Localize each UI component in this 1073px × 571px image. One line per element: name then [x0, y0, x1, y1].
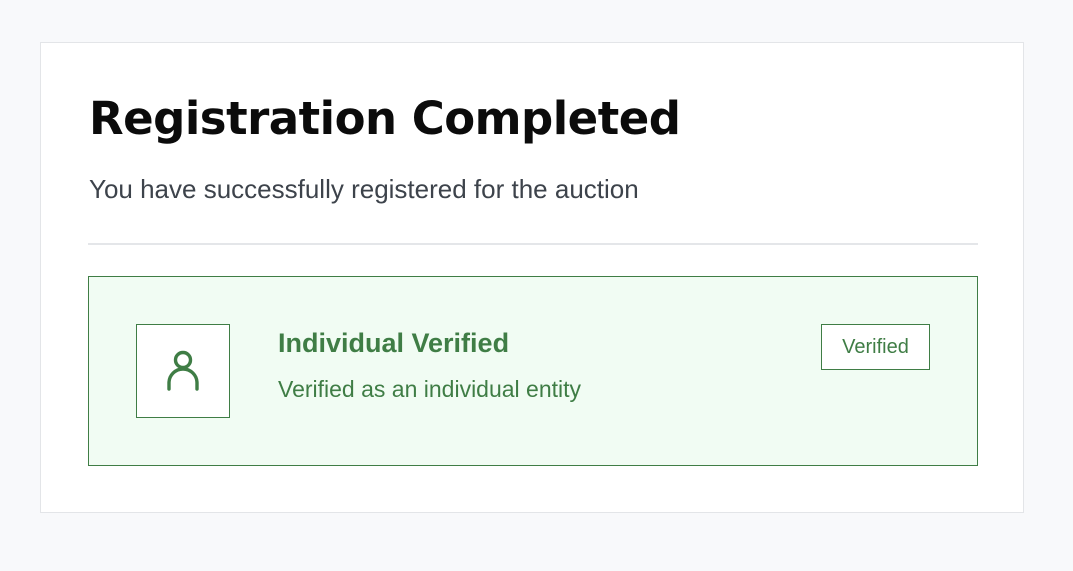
divider	[88, 243, 978, 245]
avatar	[136, 324, 230, 418]
registration-card: Registration Completed You have successf…	[40, 42, 1024, 513]
verification-status-panel: Individual Verified Verified as an indiv…	[88, 276, 978, 466]
verification-title: Individual Verified	[278, 328, 510, 358]
user-icon	[167, 350, 199, 391]
page-title: Registration Completed	[89, 92, 681, 145]
verification-description: Verified as an individual entity	[278, 376, 582, 402]
page-subtitle: You have successfully registered for the…	[89, 174, 639, 204]
status-badge: Verified	[821, 324, 930, 370]
